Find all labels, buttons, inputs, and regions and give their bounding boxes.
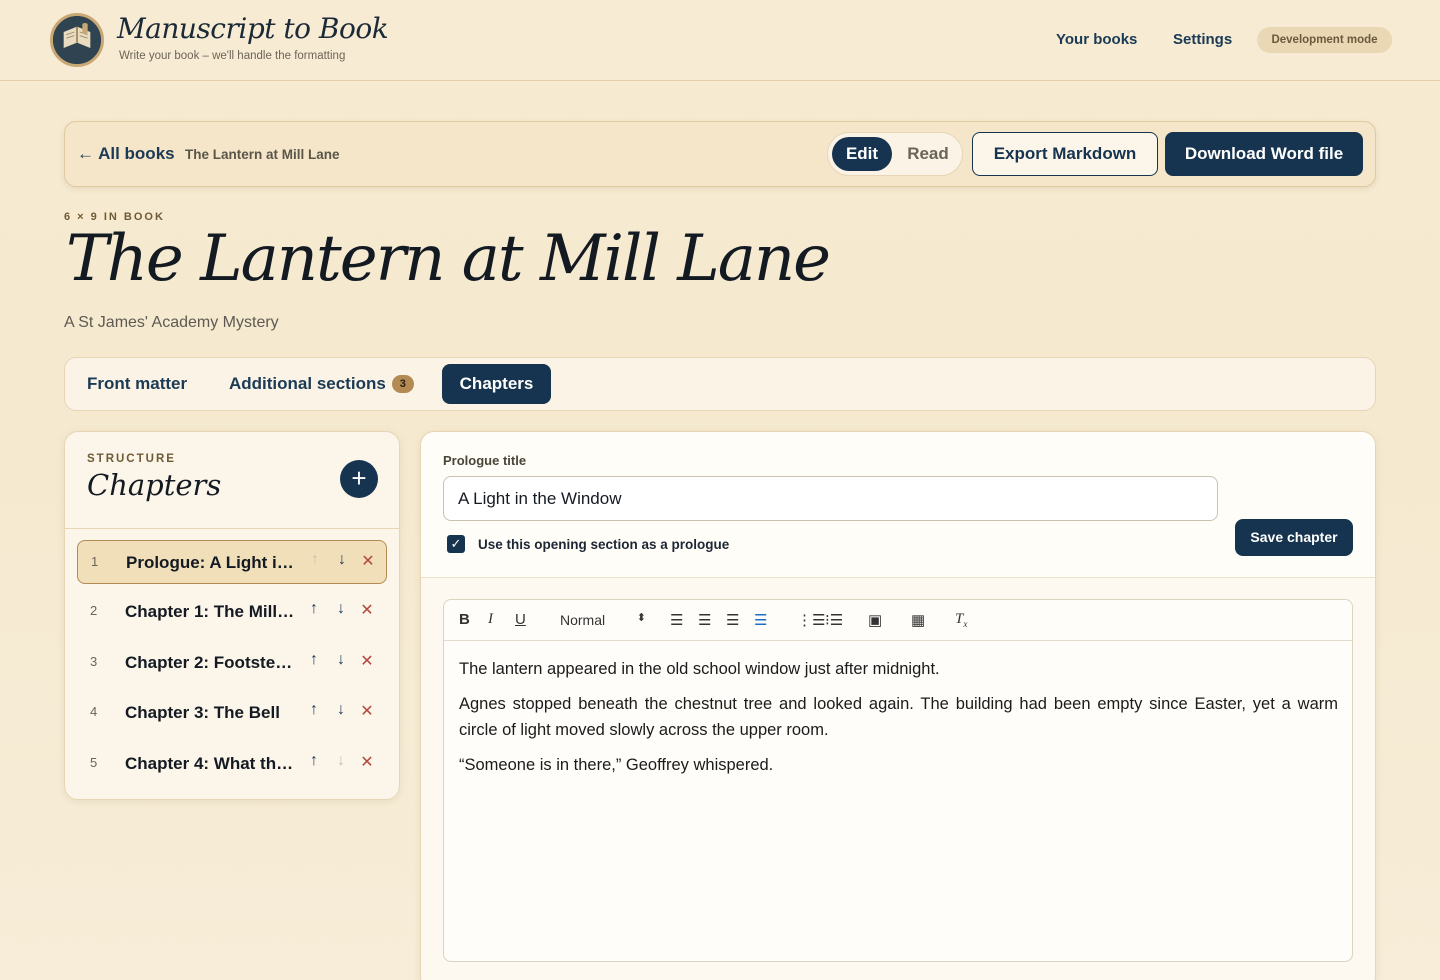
editor-content[interactable]: The lantern appeared in the old school w…	[459, 656, 1338, 787]
page-title: The Lantern at Mill Lane	[66, 222, 831, 296]
paragraph: Agnes stopped beneath the chestnut tree …	[459, 695, 1338, 739]
sidebar-title: Chapters	[87, 468, 222, 502]
move-up-icon[interactable]: ↑	[305, 701, 323, 719]
delete-icon[interactable]: ✕	[358, 600, 376, 620]
edit-mode-button[interactable]: Edit	[832, 137, 892, 171]
delete-icon[interactable]: ✕	[358, 701, 376, 721]
divider	[65, 528, 399, 529]
delete-icon[interactable]: ✕	[358, 651, 376, 671]
move-up-icon[interactable]: ↑	[305, 752, 323, 770]
align-right-icon[interactable]: ☰	[726, 611, 739, 629]
move-down-icon: ↓	[337, 752, 345, 769]
chapter-item[interactable]: 2 Chapter 1: The Mill Lane ↑ ↓ ✕	[77, 590, 387, 634]
breadcrumb: The Lantern at Mill Lane	[185, 147, 340, 162]
paragraph: The lantern appeared in the old school w…	[459, 660, 940, 678]
app-header: Manuscript to Book Write your book – we'…	[0, 0, 1440, 81]
chapter-title: Chapter 4: What the Lantern Saw	[125, 754, 295, 773]
mode-toggle: Edit Read	[827, 132, 963, 176]
ordered-list-icon[interactable]: ⋮☰	[797, 611, 825, 629]
title-field-label: Prologue title	[443, 453, 527, 468]
book-subtitle: A St James' Academy Mystery	[64, 314, 279, 331]
tab-additional-label: Additional sections	[229, 374, 386, 393]
paragraph-style-value: Normal	[560, 612, 606, 628]
align-center-icon[interactable]: ☰	[698, 611, 711, 629]
tab-front-matter[interactable]: Front matter	[87, 374, 187, 394]
chapter-title: Prologue: A Light in the Window	[126, 553, 296, 572]
chapter-title: Chapter 1: The Mill Lane	[125, 602, 295, 621]
align-justify-icon[interactable]: ☰	[754, 611, 767, 629]
move-down-icon[interactable]: ↓	[332, 600, 350, 618]
italic-icon[interactable]: I	[488, 611, 493, 628]
export-markdown-button[interactable]: Export Markdown	[972, 132, 1158, 176]
chapter-title: Chapter 3: The Bell	[125, 703, 280, 722]
bullet-list-icon[interactable]: ⁝☰	[825, 611, 843, 629]
move-down-icon[interactable]: ↓	[332, 651, 350, 669]
chapter-number: 1	[91, 554, 99, 569]
move-down-icon[interactable]: ↓	[332, 701, 350, 719]
delete-icon[interactable]: ✕	[359, 551, 377, 571]
dev-mode-badge: Development mode	[1257, 27, 1392, 53]
move-up-icon[interactable]: ↑	[305, 651, 323, 669]
chapter-item[interactable]: 3 Chapter 2: Footsteps ↑ ↓ ✕	[77, 641, 387, 685]
move-up-icon[interactable]: ↑	[305, 600, 323, 618]
sidebar-label: STRUCTURE	[87, 453, 176, 465]
tab-additional-sections[interactable]: Additional sections 3	[229, 374, 414, 394]
read-mode-button[interactable]: Read	[898, 137, 958, 171]
chapter-number: 5	[90, 755, 98, 770]
image-icon[interactable]: ▣	[868, 611, 882, 629]
chapter-title: Chapter 2: Footsteps	[125, 653, 295, 672]
brand-tagline: Write your book – we'll handle the forma…	[119, 50, 346, 62]
section-tabs: Front matter Additional sections 3 Chapte…	[64, 357, 1376, 411]
paragraph: “Someone is in there,” Geoffrey whispere…	[459, 756, 774, 774]
prologue-checkbox[interactable]: ✓	[447, 535, 465, 553]
delete-icon[interactable]: ✕	[358, 752, 376, 772]
chapter-item[interactable]: 4 Chapter 3: The Bell ↑ ↓ ✕	[77, 691, 387, 735]
brand-title[interactable]: Manuscript to Book	[117, 12, 389, 45]
bold-icon[interactable]: B	[459, 611, 470, 628]
all-books-link[interactable]: ← All books	[77, 144, 175, 164]
prologue-checkbox-label[interactable]: Use this opening section as a prologue	[478, 537, 729, 552]
clear-format-icon[interactable]: Tx	[955, 611, 967, 629]
tab-chapters[interactable]: Chapters	[442, 364, 551, 404]
chapter-title-input[interactable]	[443, 476, 1218, 521]
chapter-number: 4	[90, 704, 98, 719]
logo-icon[interactable]	[50, 13, 104, 67]
select-arrows-icon: ⬍	[636, 612, 646, 624]
paragraph-style-select[interactable]: Normal ⬍	[560, 612, 646, 628]
nav-your-books[interactable]: Your books	[1056, 31, 1137, 48]
download-word-button[interactable]: Download Word file	[1165, 132, 1363, 176]
move-down-icon[interactable]: ↓	[333, 551, 351, 569]
save-chapter-button[interactable]: Save chapter	[1235, 519, 1353, 556]
editor-toolbar: B I U Normal ⬍ ☰ ☰ ☰ ☰ ⋮☰ ⁝☰ ▣ ▦ Tx	[444, 600, 1352, 641]
editor-header: Prologue title ✓ Use this opening sectio…	[421, 432, 1375, 578]
nav-settings[interactable]: Settings	[1173, 31, 1232, 48]
rich-text-editor: B I U Normal ⬍ ☰ ☰ ☰ ☰ ⋮☰ ⁝☰ ▣ ▦ Tx The …	[443, 599, 1353, 962]
chapter-editor: Prologue title ✓ Use this opening sectio…	[420, 431, 1376, 980]
underline-icon[interactable]: U	[515, 611, 526, 628]
count-badge: 3	[391, 375, 414, 393]
chapter-item[interactable]: 1 Prologue: A Light in the Window ↑ ↓ ✕	[77, 540, 387, 584]
chapter-number: 3	[90, 654, 98, 669]
chapter-sidebar: STRUCTURE Chapters + 1 Prologue: A Light…	[64, 431, 400, 800]
add-chapter-button[interactable]: +	[340, 460, 378, 498]
chapter-number: 2	[90, 603, 98, 618]
move-up-icon: ↑	[311, 551, 319, 568]
book-toolbar: ← All books The Lantern at Mill Lane Edi…	[64, 121, 1376, 187]
chapter-item[interactable]: 5 Chapter 4: What the Lantern Saw ↑ ↓ ✕	[77, 742, 387, 786]
table-icon[interactable]: ▦	[911, 611, 925, 629]
align-left-icon[interactable]: ☰	[670, 611, 683, 629]
